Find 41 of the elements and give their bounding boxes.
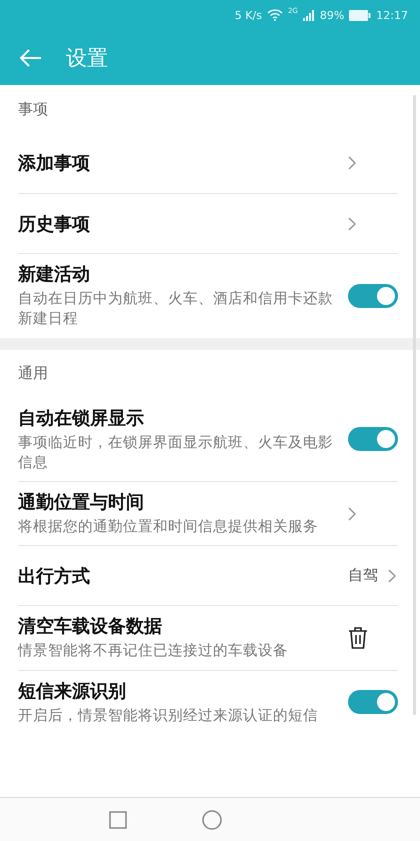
section-header: 通用 <box>17 363 49 384</box>
row-title: 历史事项 <box>18 212 91 236</box>
settings-row[interactable]: 历史事项 <box>18 193 398 253</box>
row-title: 短信来源识别 <box>18 680 127 703</box>
recent-apps-icon[interactable] <box>108 811 126 829</box>
row-title: 出行方式 <box>18 564 91 588</box>
toggle-switch[interactable] <box>348 284 398 308</box>
settings-row[interactable]: 出行方式 自驾 <box>18 545 398 606</box>
settings-row[interactable]: 添加事项 <box>18 133 398 193</box>
settings-row[interactable]: 清空车载设备数据 情景智能将不再记住已连接过的车载设备 <box>18 605 398 670</box>
home-icon[interactable] <box>202 810 222 830</box>
settings-row[interactable]: 短信来源识别 开启后，情景智能将识别经过来源认证的短信 <box>18 670 398 734</box>
page-title: 设置 <box>66 44 108 72</box>
wifi-icon <box>266 9 283 21</box>
chevron-icon <box>348 216 356 230</box>
row-description: 将根据您的通勤位置和时间信息提供相关服务 <box>18 518 319 538</box>
signal-icon <box>302 10 315 20</box>
row-description: 事项临近时，在锁屏界面显示航班、火车及电影信息 <box>18 434 334 473</box>
chevron-icon <box>388 568 396 583</box>
battery-percent: 89% <box>320 8 344 22</box>
row-description: 自动在日历中为航班、火车、酒店和信用卡还款新建日程 <box>18 290 334 330</box>
row-title: 通勤位置与时间 <box>18 491 145 514</box>
chevron-icon <box>348 506 356 521</box>
battery-icon <box>349 10 372 20</box>
settings-row[interactable]: 自动在锁屏显示 事项临近时，在锁屏界面显示航班、火车及电影信息 <box>18 398 398 482</box>
row-description: 开启后，情景智能将识别经过来源认证的短信 <box>18 706 319 726</box>
row-description: 情景智能将不再记住已连接过的车载设备 <box>18 642 289 662</box>
clock: 12:17 <box>376 8 408 22</box>
chevron-icon <box>348 156 356 170</box>
section-header: 事项 <box>17 98 49 120</box>
network-speed: 5 K/s <box>234 8 262 22</box>
row-title: 清空车载设备数据 <box>18 615 163 638</box>
toggle-switch[interactable] <box>348 690 398 714</box>
row-value: 自驾 <box>348 566 378 586</box>
row-title: 新建活动 <box>18 263 91 286</box>
row-title: 添加事项 <box>18 152 91 175</box>
back-icon[interactable] <box>20 48 42 66</box>
row-title: 自动在锁屏显示 <box>18 406 145 430</box>
settings-row[interactable]: 通勤位置与时间 将根据您的通勤位置和时间信息提供相关服务 <box>18 481 398 546</box>
toggle-switch[interactable] <box>348 427 398 452</box>
trash-icon[interactable] <box>348 627 368 650</box>
